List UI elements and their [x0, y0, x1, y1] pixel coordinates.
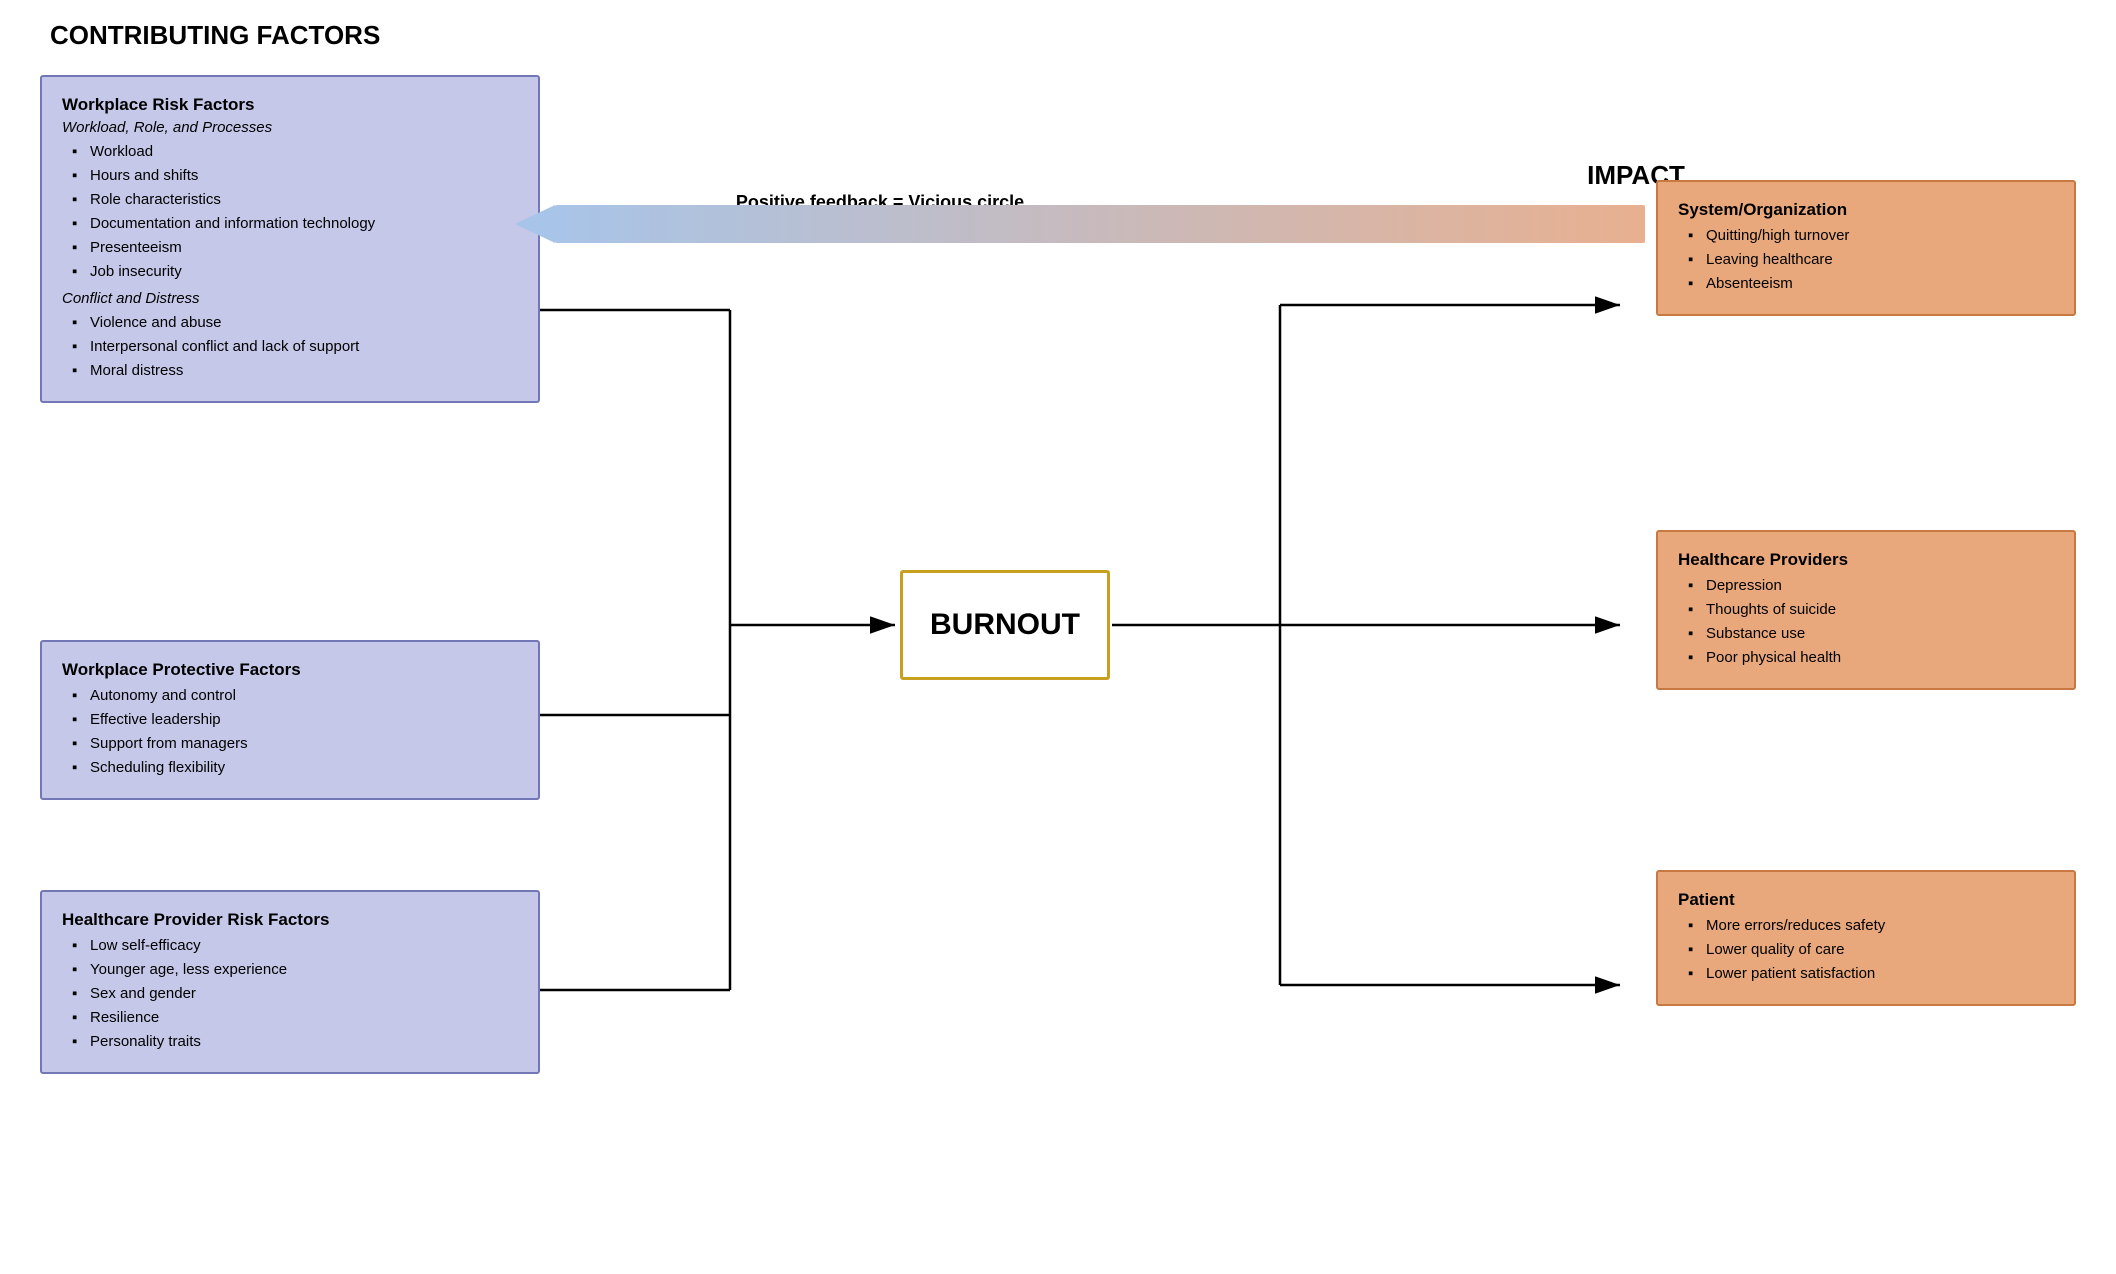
box-healthcare-providers-list: Depression Thoughts of suicide Substance…: [1678, 574, 2054, 670]
list-item: Sex and gender: [72, 982, 518, 1006]
list-item: Workload: [72, 140, 518, 164]
box-workplace-risk-list2: Violence and abuse Interpersonal conflic…: [62, 311, 518, 383]
burnout-box: BURNOUT: [900, 570, 1110, 680]
feedback-label: Positive feedback = Vicious circle: [580, 192, 1180, 213]
list-item: Poor physical health: [1688, 646, 2054, 670]
list-item: Younger age, less experience: [72, 958, 518, 982]
list-item: Support from managers: [72, 732, 518, 756]
box-workplace-risk-subtitle2: Conflict and Distress: [62, 290, 518, 307]
box-healthcare-risk-title: Healthcare Provider Risk Factors: [62, 910, 518, 930]
box-workplace-risk: Workplace Risk Factors Workload, Role, a…: [40, 75, 540, 403]
list-item: Job insecurity: [72, 260, 518, 284]
box-workplace-protective: Workplace Protective Factors Autonomy an…: [40, 640, 540, 800]
list-item: Leaving healthcare: [1688, 248, 2054, 272]
list-item: Scheduling flexibility: [72, 756, 518, 780]
list-item: More errors/reduces safety: [1688, 914, 2054, 938]
diagram-container: CONTRIBUTING FACTORS IMPACT Positive fee…: [0, 0, 2116, 1274]
box-workplace-risk-title: Workplace Risk Factors: [62, 95, 518, 115]
list-item: Substance use: [1688, 622, 2054, 646]
box-healthcare-risk: Healthcare Provider Risk Factors Low sel…: [40, 890, 540, 1074]
box-patient-title: Patient: [1678, 890, 2054, 910]
box-healthcare-risk-list: Low self-efficacy Younger age, less expe…: [62, 934, 518, 1054]
title-contributing: CONTRIBUTING FACTORS: [50, 20, 380, 51]
box-system-org: System/Organization Quitting/high turnov…: [1656, 180, 2076, 316]
box-workplace-risk-subtitle1: Workload, Role, and Processes: [62, 119, 518, 136]
list-item: Documentation and information technology: [72, 212, 518, 236]
list-item: Role characteristics: [72, 188, 518, 212]
list-item: Depression: [1688, 574, 2054, 598]
list-item: Moral distress: [72, 359, 518, 383]
list-item: Autonomy and control: [72, 684, 518, 708]
box-patient-list: More errors/reduces safety Lower quality…: [1678, 914, 2054, 986]
list-item: Hours and shifts: [72, 164, 518, 188]
list-item: Effective leadership: [72, 708, 518, 732]
list-item: Violence and abuse: [72, 311, 518, 335]
list-item: Quitting/high turnover: [1688, 224, 2054, 248]
box-workplace-protective-list: Autonomy and control Effective leadershi…: [62, 684, 518, 780]
list-item: Low self-efficacy: [72, 934, 518, 958]
list-item: Personality traits: [72, 1030, 518, 1054]
list-item: Presenteeism: [72, 236, 518, 260]
list-item: Resilience: [72, 1006, 518, 1030]
list-item: Thoughts of suicide: [1688, 598, 2054, 622]
list-item: Lower quality of care: [1688, 938, 2054, 962]
list-item: Lower patient satisfaction: [1688, 962, 2054, 986]
box-patient: Patient More errors/reduces safety Lower…: [1656, 870, 2076, 1006]
box-system-org-title: System/Organization: [1678, 200, 2054, 220]
list-item: Interpersonal conflict and lack of suppo…: [72, 335, 518, 359]
box-healthcare-providers: Healthcare Providers Depression Thoughts…: [1656, 530, 2076, 690]
list-item: Absenteeism: [1688, 272, 2054, 296]
box-healthcare-providers-title: Healthcare Providers: [1678, 550, 2054, 570]
burnout-label: BURNOUT: [930, 608, 1080, 642]
box-system-org-list: Quitting/high turnover Leaving healthcar…: [1678, 224, 2054, 296]
box-workplace-protective-title: Workplace Protective Factors: [62, 660, 518, 680]
box-workplace-risk-list1: Workload Hours and shifts Role character…: [62, 140, 518, 284]
